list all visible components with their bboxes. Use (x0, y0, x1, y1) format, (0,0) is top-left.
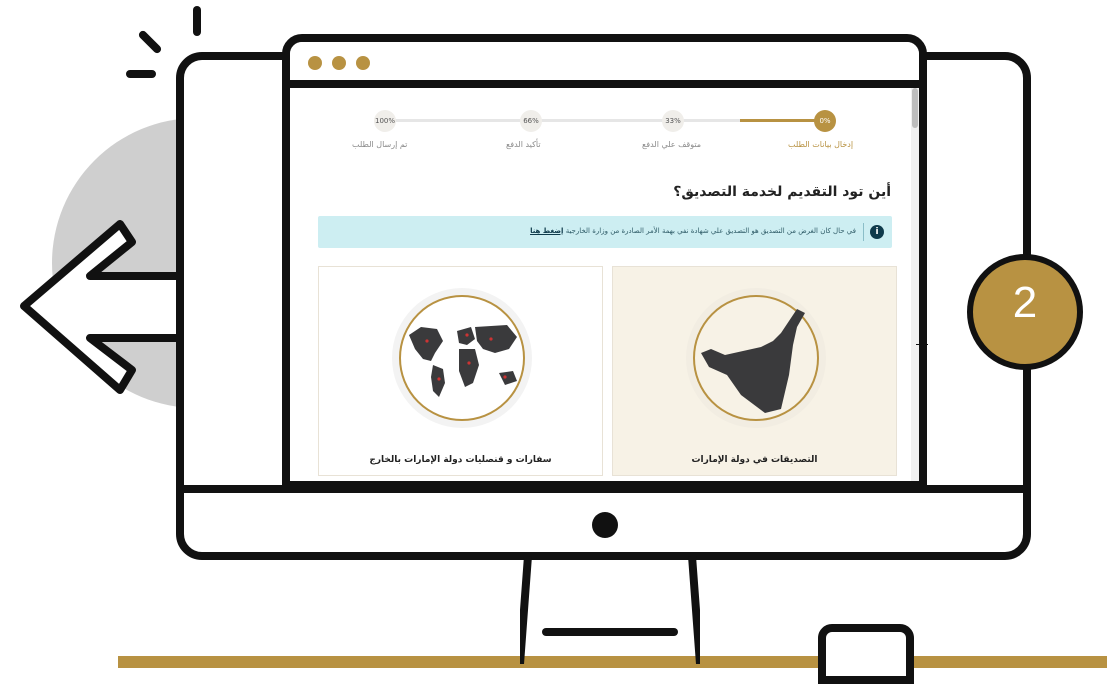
phone-device (818, 624, 914, 684)
step-label: تم إرسال الطلب (352, 140, 408, 149)
alert-text: في حال كان الغرض من التصديق هو التصديق ع… (530, 227, 856, 235)
browser-window: 0% 33% 66% 100% إدخال بيانات الطلب متوقف… (282, 34, 927, 489)
step-label: تأكيد الدفع (506, 140, 541, 149)
browser-titlebar (290, 42, 919, 88)
alert-link[interactable]: إضغط هنا (530, 227, 563, 235)
info-alert: i في حال كان الغرض من التصديق هو التصديق… (318, 216, 892, 248)
window-dot[interactable] (332, 56, 346, 70)
camera-dot (592, 512, 618, 538)
step-label: إدخال بيانات الطلب (788, 140, 854, 149)
card-label: سفارات و قنصليات دولة الإمارات بالخارج (369, 455, 552, 465)
monitor-stand (520, 556, 700, 664)
progress-fill (740, 119, 822, 122)
card-label: التصديقات في دولة الإمارات (691, 455, 818, 465)
window-dot[interactable] (356, 56, 370, 70)
scrollbar[interactable] (911, 88, 919, 481)
alert-divider (863, 223, 864, 241)
step-circle: 33% (662, 110, 684, 132)
divider-tick (916, 344, 928, 345)
info-icon: i (870, 225, 884, 239)
scroll-thumb[interactable] (912, 88, 918, 128)
card-embassies-abroad[interactable]: سفارات و قنصليات دولة الإمارات بالخارج (318, 266, 603, 476)
spark-line (126, 70, 156, 78)
spark-line (193, 6, 201, 36)
back-arrow-icon (20, 220, 200, 394)
world-map-icon (392, 288, 532, 428)
page-viewport: 0% 33% 66% 100% إدخال بيانات الطلب متوقف… (290, 88, 919, 481)
alert-message: في حال كان الغرض من التصديق هو التصديق ع… (565, 227, 856, 235)
page-heading: أين تود التقديم لخدمة التصديق؟ (673, 184, 891, 200)
step-circle: 0% (814, 110, 836, 132)
uae-map-icon (686, 288, 826, 428)
spark-line (137, 29, 163, 55)
step-circle: 66% (520, 110, 542, 132)
step-label: متوقف علي الدفع (642, 140, 702, 149)
step-circle: 100% (374, 110, 396, 132)
step-number: 2 (1012, 278, 1038, 327)
card-uae-attestation[interactable]: التصديقات في دولة الإمارات (612, 266, 897, 476)
window-dot[interactable] (308, 56, 322, 70)
